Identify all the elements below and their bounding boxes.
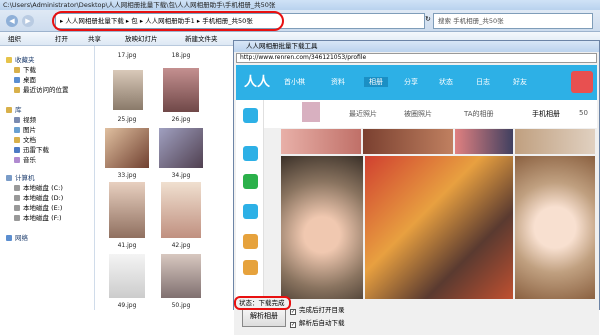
- file-18[interactable]: 18.jpg: [163, 52, 199, 59]
- renren-nav-profile[interactable]: 资料: [331, 77, 345, 87]
- nav-documents[interactable]: 文档: [14, 134, 36, 144]
- thumbnail-34[interactable]: [159, 128, 203, 168]
- nav-videos[interactable]: 视频: [14, 114, 36, 124]
- photo-6[interactable]: [365, 156, 513, 299]
- back-button[interactable]: ◀: [6, 15, 18, 27]
- auto-download-checkbox[interactable]: ✓ 解析后自动下载: [290, 317, 345, 328]
- organize-button[interactable]: 组织: [8, 32, 21, 46]
- nav-desktop[interactable]: 桌面: [14, 74, 36, 84]
- thumbnail-42[interactable]: [161, 182, 201, 238]
- photo-5[interactable]: [281, 156, 363, 299]
- home-icon[interactable]: [243, 108, 258, 123]
- pages-icon[interactable]: [243, 174, 258, 189]
- share-button[interactable]: 共享: [88, 32, 101, 46]
- renren-nav: 人人 首小棋 资料 相册 分享 状态 日志 好友: [236, 65, 597, 100]
- nav-computer[interactable]: 计算机: [6, 172, 35, 182]
- tab-mobile-album[interactable]: 手机相册: [532, 109, 560, 119]
- slideshow-button[interactable]: 放映幻灯片: [125, 32, 158, 46]
- forward-button[interactable]: ▶: [22, 15, 34, 27]
- file-50[interactable]: 50.jpg: [163, 302, 199, 309]
- renren-sidebar: [236, 100, 264, 300]
- photo-4[interactable]: [515, 129, 595, 154]
- tab-albums[interactable]: TA的相册: [464, 109, 494, 119]
- thumbnail-25[interactable]: [113, 70, 143, 110]
- user-icon[interactable]: [243, 204, 258, 219]
- nav-disk-c[interactable]: 本地磁盘 (C:): [14, 182, 63, 192]
- thumbnail-49[interactable]: [109, 254, 145, 298]
- renren-nav-friends[interactable]: 好友: [513, 77, 527, 87]
- file-33[interactable]: 33.jpg: [109, 172, 145, 179]
- url-field[interactable]: http://www.renren.com/346121053/profile: [236, 53, 597, 63]
- thumbnail-50[interactable]: [161, 254, 201, 298]
- thumbnail-41[interactable]: [109, 182, 145, 238]
- album-tabs: 最近照片 被圈照片 TA的相册 手机相册 50: [264, 100, 597, 128]
- open-button[interactable]: 打开: [55, 32, 68, 46]
- renren-nav-status[interactable]: 状态: [439, 77, 453, 87]
- nav-network[interactable]: 网络: [6, 232, 28, 242]
- photo-2[interactable]: [363, 129, 453, 154]
- refresh-icon[interactable]: ↻: [425, 15, 431, 23]
- nav-pictures[interactable]: 图片: [14, 124, 36, 134]
- file-34[interactable]: 34.jpg: [163, 172, 199, 179]
- navigation-pane: 收藏夹 下载 桌面 最近访问的位置 库 视频 图片 文档 迅雷下载 音乐 计算机…: [0, 46, 95, 310]
- renren-logo-icon: 人人: [244, 75, 271, 90]
- nav-music[interactable]: 音乐: [14, 154, 36, 164]
- renren-nav-album[interactable]: 相册: [364, 77, 388, 87]
- window-title: C:\Users\Administrator\Desktop\人人网相册批量下载…: [0, 0, 600, 10]
- file-25[interactable]: 25.jpg: [109, 116, 145, 123]
- nav-thunder[interactable]: 迅雷下载: [14, 144, 49, 154]
- photo-7[interactable]: [515, 156, 595, 299]
- nav-recent[interactable]: 最近访问的位置: [14, 84, 69, 94]
- address-bar-row: ◀ ▶ ▸ 人人网相册批量下载 ▸ 包 ▸ 人人网相册助手1 ▸ 手机相册_共5…: [0, 10, 600, 32]
- thumbnail-26[interactable]: [163, 68, 199, 112]
- nav-disk-d[interactable]: 本地磁盘 (D:): [14, 192, 63, 202]
- thumbnail-33[interactable]: [105, 128, 149, 168]
- video-icon[interactable]: [243, 146, 258, 161]
- nav-disk-e[interactable]: 本地磁盘 (E:): [14, 202, 62, 212]
- file-26[interactable]: 26.jpg: [163, 116, 199, 123]
- file-17[interactable]: 17.jpg: [109, 52, 145, 59]
- file-49[interactable]: 49.jpg: [109, 302, 145, 309]
- notification-icon[interactable]: [571, 71, 593, 93]
- file-list: 17.jpg 18.jpg 25.jpg 26.jpg 33.jpg 34.jp…: [95, 46, 235, 310]
- status-text: 状态：下载完成: [234, 296, 291, 310]
- downloader-dialog: 人人网相册批量下载工具 http://www.renren.com/346121…: [233, 40, 600, 335]
- file-41[interactable]: 41.jpg: [109, 242, 145, 249]
- nav-libraries[interactable]: 库: [6, 104, 22, 114]
- dialog-title: 人人网相册批量下载工具: [234, 41, 599, 52]
- file-42[interactable]: 42.jpg: [163, 242, 199, 249]
- renren-nav-home[interactable]: 首小棋: [284, 77, 305, 87]
- photo-1[interactable]: [281, 129, 361, 154]
- app-icon[interactable]: [243, 234, 258, 249]
- address-highlight-ring: [52, 11, 284, 31]
- tab-tagged-photos[interactable]: 被圈照片: [404, 109, 432, 119]
- photo-3[interactable]: [455, 129, 513, 154]
- renren-nav-share[interactable]: 分享: [404, 77, 418, 87]
- nav-disk-f[interactable]: 本地磁盘 (F:): [14, 212, 62, 222]
- tab-recent-photos[interactable]: 最近照片: [349, 109, 377, 119]
- search-input[interactable]: 搜索 手机相册_共50张: [433, 13, 593, 29]
- new-folder-button[interactable]: 新建文件夹: [185, 32, 218, 46]
- album-count: 50: [579, 109, 588, 117]
- renren-nav-blog[interactable]: 日志: [476, 77, 490, 87]
- game-icon[interactable]: [243, 260, 258, 275]
- nav-downloads[interactable]: 下载: [14, 64, 36, 74]
- avatar: [302, 102, 320, 122]
- nav-favorites[interactable]: 收藏夹: [6, 54, 35, 64]
